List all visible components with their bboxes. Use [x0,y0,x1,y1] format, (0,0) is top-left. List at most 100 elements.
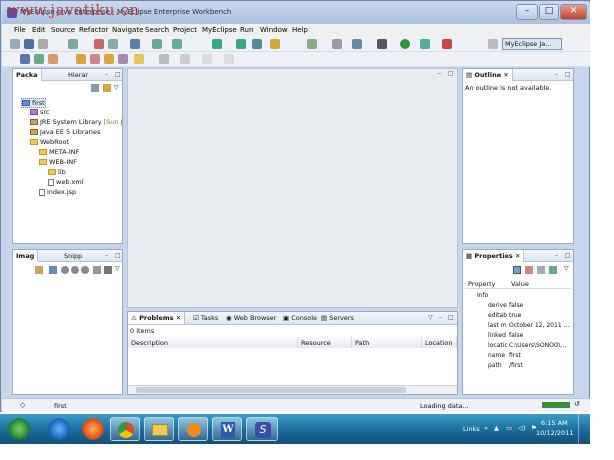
show-desktop-button[interactable] [578,414,588,444]
tab-web-browser[interactable]: ◉ Web Browser [223,312,279,324]
zoom-out-icon[interactable] [71,266,79,274]
maximize-button[interactable]: □ [539,4,559,20]
tab-snippets[interactable]: Snipp [61,250,85,262]
location-column-header[interactable]: Location [422,337,457,348]
tab-console[interactable]: ▣ Console [280,312,320,324]
web-service-icon[interactable] [236,39,246,49]
menu-source[interactable]: Source [51,26,75,34]
close-button[interactable]: ✕ [560,4,587,20]
minimize-button[interactable]: – [516,4,538,20]
maximize-view-icon[interactable]: □ [565,71,571,78]
show-hidden-icons[interactable]: ▲ [494,424,499,432]
actual-size-icon[interactable] [93,266,101,274]
zoom-in-icon[interactable] [61,266,69,274]
tree-item[interactable]: WebRoot [30,138,69,146]
print-icon[interactable] [38,39,48,49]
menu-run[interactable]: Run [240,26,253,34]
minimize-view-icon[interactable]: – [439,314,442,321]
menu-navigate[interactable]: Navigate [112,26,143,34]
globe-icon[interactable] [252,39,262,49]
new-class-icon[interactable] [34,54,44,64]
clock-date[interactable]: 10/12/2011 [536,429,573,437]
tab-hierarchy[interactable]: Hierar [65,69,91,81]
value-column-header[interactable]: Value [511,280,529,288]
debug-icon[interactable] [377,39,387,49]
minimize-view-icon[interactable]: – [555,71,558,78]
tab-tasks[interactable]: ☑ Tasks [190,312,221,324]
open-perspective-icon[interactable] [488,39,498,49]
minimize-view-icon[interactable]: – [105,71,108,78]
zoom-fit-icon[interactable] [81,266,89,274]
server-icon[interactable] [68,39,78,49]
browser-icon[interactable] [108,39,118,49]
property-row[interactable]: path/first [463,362,571,372]
view-menu-icon[interactable]: ▽ [564,265,569,272]
maximize-editor-icon[interactable]: □ [448,70,454,77]
db-icon[interactable] [130,39,140,49]
tree-item[interactable]: index.jsp [39,188,76,196]
restore-default-icon[interactable] [549,266,557,274]
tree-item[interactable]: web.xml [48,178,84,186]
run-icon[interactable] [400,39,410,49]
minimize-editor-icon[interactable]: – [438,70,441,77]
property-row[interactable]: editab true [463,312,571,322]
property-row[interactable]: name first [463,352,571,362]
forward-icon[interactable] [224,54,234,64]
next-annotation-icon[interactable] [159,54,169,64]
wizard2-icon[interactable] [172,39,182,49]
editor-area[interactable]: – □ [127,68,458,308]
myeclipse-icon[interactable]: S [246,417,278,441]
media-player-icon[interactable] [178,417,208,441]
description-column-header[interactable]: Description [128,337,298,348]
links-chevron-icon[interactable]: » [484,424,488,432]
new-java-icon[interactable] [48,54,58,64]
open-type-icon[interactable] [76,54,86,64]
view-menu-icon[interactable]: ▽ [114,84,119,91]
collapse-all-icon[interactable] [91,84,99,92]
property-column-header[interactable]: Property [468,280,496,288]
refresh-icon[interactable] [212,39,222,49]
monitor-icon[interactable] [352,39,362,49]
tab-image-viewer[interactable]: Imag [13,250,39,262]
scrollbar-thumb[interactable] [136,387,406,393]
maximize-view-icon[interactable]: □ [115,71,121,78]
horizontal-scrollbar[interactable] [128,385,457,394]
run-as-icon[interactable] [420,39,430,49]
property-row[interactable]: locatic C:\Users\SONOO\... [463,342,571,352]
advanced-icon[interactable] [537,266,545,274]
volume-icon[interactable]: ◁) [518,424,526,432]
ie-icon[interactable] [44,417,74,441]
menu-help[interactable]: Help [292,26,308,34]
menu-search[interactable]: Search [145,26,169,34]
tree-item[interactable]: lib [48,168,66,176]
property-row[interactable]: last m October 12, 2011 ... [463,322,571,332]
tab-problems[interactable]: ⚠ Problems ✕ [128,312,186,324]
menu-window[interactable]: Window [260,26,288,34]
menu-file[interactable]: File [14,26,26,34]
menu-myeclipse[interactable]: MyEclipse [202,26,237,34]
properties-group-info[interactable]: Info [463,292,571,302]
annotation-icon[interactable] [134,54,144,64]
minimize-view-icon[interactable]: – [555,252,558,259]
prev-annotation-icon[interactable] [180,54,190,64]
wizard-icon[interactable] [152,39,162,49]
categories-icon[interactable] [513,266,521,274]
minimize-view-icon[interactable]: – [105,252,108,259]
import-image-icon[interactable] [35,266,43,274]
deploy-icon[interactable] [94,39,104,49]
tree-item[interactable]: JRE System Library [Sun J [30,118,123,126]
open-resource-icon[interactable] [104,54,114,64]
maximize-view-icon[interactable]: □ [565,252,571,259]
link-editor-icon[interactable] [103,84,111,92]
perspective-switcher[interactable]: MyEclipse Ja... [502,38,562,50]
explorer-icon[interactable] [144,417,174,441]
open-folder-icon[interactable] [270,39,280,49]
maximize-view-icon[interactable]: □ [115,252,121,259]
progress-view-icon[interactable]: ↺ [574,400,580,408]
clock-time[interactable]: 6:15 AM [541,419,568,427]
external-tools-icon[interactable] [442,39,452,49]
chart-icon[interactable] [49,266,57,274]
tab-outline[interactable]: ▤ Outline ✕ [463,69,513,81]
view-menu-icon[interactable]: ▽ [115,265,120,272]
tree-item[interactable]: src [30,108,50,116]
